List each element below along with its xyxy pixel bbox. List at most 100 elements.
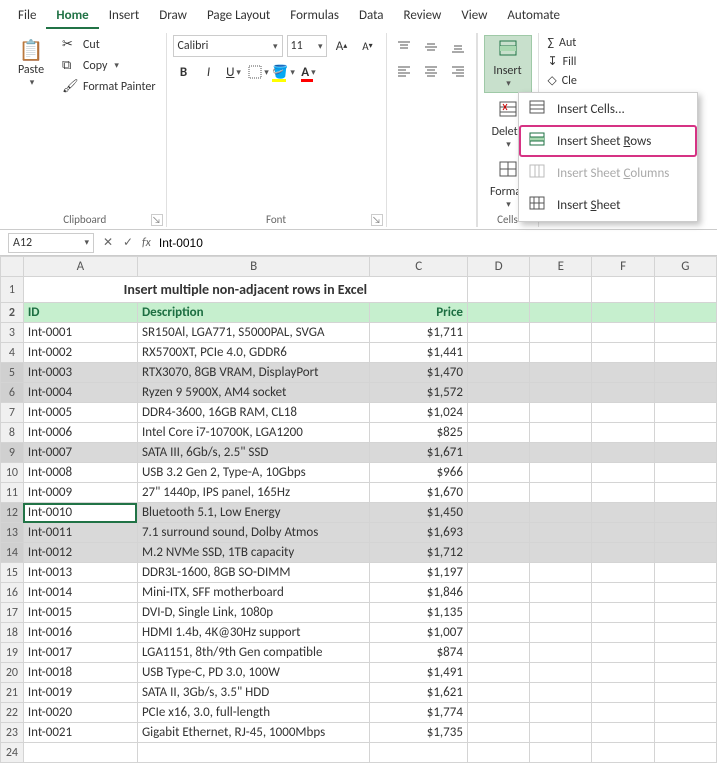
- cell-empty[interactable]: [530, 343, 592, 363]
- row-header[interactable]: 11: [1, 483, 24, 503]
- row-header[interactable]: 23: [1, 723, 24, 743]
- table-row[interactable]: 17Int-0015DVI-D, Single Link, 1080p$1,13…: [1, 603, 717, 623]
- paste-button[interactable]: 📋 Paste ▾: [10, 35, 52, 91]
- cell-empty[interactable]: [467, 563, 529, 583]
- name-box[interactable]: A12▾: [8, 233, 94, 253]
- row-header[interactable]: 16: [1, 583, 24, 603]
- cell-desc[interactable]: [137, 743, 369, 763]
- cancel-formula-icon[interactable]: ✕: [98, 235, 118, 250]
- cell-empty[interactable]: [654, 463, 716, 483]
- table-row[interactable]: 4Int-0002RX5700XT, PCIe 4.0, GDDR6$1,441: [1, 343, 717, 363]
- row-header[interactable]: 2: [1, 303, 24, 323]
- menu-insert[interactable]: Insert: [99, 4, 150, 29]
- cell-price[interactable]: $1,735: [370, 723, 468, 743]
- align-left-button[interactable]: [393, 61, 417, 81]
- underline-button[interactable]: U▾: [223, 61, 245, 83]
- table-row[interactable]: 12Int-0010Bluetooth 5.1, Low Energy$1,45…: [1, 503, 717, 523]
- menu-view[interactable]: View: [451, 4, 497, 29]
- clear-button[interactable]: ◇Cle: [545, 72, 580, 89]
- format-painter-button[interactable]: 🖌 Format Painter: [58, 77, 160, 96]
- col-header-B[interactable]: B: [137, 257, 369, 277]
- menu-automate[interactable]: Automate: [497, 4, 570, 29]
- cell-empty[interactable]: [592, 543, 654, 563]
- cell-empty[interactable]: [530, 603, 592, 623]
- table-row[interactable]: 6Int-0004Ryzen 9 5900X, AM4 socket$1,572: [1, 383, 717, 403]
- cell-empty[interactable]: [530, 363, 592, 383]
- cell-empty[interactable]: [592, 363, 654, 383]
- table-row[interactable]: 16Int-0014Mini-ITX, SFF motherboard$1,84…: [1, 583, 717, 603]
- cell-empty[interactable]: [467, 463, 529, 483]
- table-row[interactable]: 24: [1, 743, 717, 763]
- header-desc[interactable]: Description: [137, 303, 369, 323]
- cell-id[interactable]: Int-0017: [23, 643, 137, 663]
- cell-id[interactable]: Int-0005: [23, 403, 137, 423]
- cell-empty[interactable]: [592, 703, 654, 723]
- cell-id[interactable]: Int-0006: [23, 423, 137, 443]
- dialog-launcher-icon[interactable]: ↘: [151, 214, 163, 226]
- cell-empty[interactable]: [654, 663, 716, 683]
- table-row[interactable]: 3Int-0001SR150Al, LGA771, S5000PAL, SVGA…: [1, 323, 717, 343]
- cell-empty[interactable]: [654, 383, 716, 403]
- cell-empty[interactable]: [467, 703, 529, 723]
- increase-font-button[interactable]: A▴: [331, 35, 353, 57]
- table-row[interactable]: 19Int-0017LGA1151, 8th/9th Gen compatibl…: [1, 643, 717, 663]
- cell-price[interactable]: $1,441: [370, 343, 468, 363]
- row-header[interactable]: 9: [1, 443, 24, 463]
- cell-desc[interactable]: USB 3.2 Gen 2, Type-A, 10Gbps: [137, 463, 369, 483]
- cell-id[interactable]: Int-0012: [23, 543, 137, 563]
- cell-empty[interactable]: [467, 663, 529, 683]
- cell-empty[interactable]: [530, 663, 592, 683]
- select-all-corner[interactable]: [1, 257, 24, 277]
- table-row[interactable]: 8Int-0006Intel Core i7-10700K, LGA1200$8…: [1, 423, 717, 443]
- cell-empty[interactable]: [654, 503, 716, 523]
- cell-empty[interactable]: [592, 683, 654, 703]
- cell-empty[interactable]: [530, 543, 592, 563]
- menu-home[interactable]: Home: [46, 4, 98, 29]
- cell-empty[interactable]: [467, 603, 529, 623]
- col-header-F[interactable]: F: [592, 257, 654, 277]
- row-header[interactable]: 13: [1, 523, 24, 543]
- cell-empty[interactable]: [654, 403, 716, 423]
- align-middle-button[interactable]: [419, 37, 443, 57]
- row-header[interactable]: 6: [1, 383, 24, 403]
- cell-id[interactable]: Int-0014: [23, 583, 137, 603]
- cell-empty[interactable]: [592, 623, 654, 643]
- cell-price[interactable]: $1,572: [370, 383, 468, 403]
- cell-desc[interactable]: 7.1 surround sound, Dolby Atmos: [137, 523, 369, 543]
- cell-empty[interactable]: [654, 443, 716, 463]
- cell-empty[interactable]: [467, 623, 529, 643]
- cell-price[interactable]: $1,670: [370, 483, 468, 503]
- cell-desc[interactable]: RTX3070, 8GB VRAM, DisplayPort: [137, 363, 369, 383]
- cell-empty[interactable]: [592, 323, 654, 343]
- cell-id[interactable]: Int-0013: [23, 563, 137, 583]
- cell-empty[interactable]: [530, 463, 592, 483]
- cut-button[interactable]: ✂ Cut: [58, 35, 160, 54]
- menu-data[interactable]: Data: [349, 4, 394, 29]
- cell-empty[interactable]: [592, 503, 654, 523]
- cell-desc[interactable]: Mini-ITX, SFF motherboard: [137, 583, 369, 603]
- table-row[interactable]: 11Int-000927" 1440p, IPS panel, 165Hz$1,…: [1, 483, 717, 503]
- table-row[interactable]: 9Int-0007SATA III, 6Gb/s, 2.5" SSD$1,671: [1, 443, 717, 463]
- cell-id[interactable]: Int-0016: [23, 623, 137, 643]
- cell-desc[interactable]: Intel Core i7-10700K, LGA1200: [137, 423, 369, 443]
- copy-button[interactable]: ⧉ Copy▾: [58, 56, 160, 75]
- cell-price[interactable]: $1,693: [370, 523, 468, 543]
- cell-price[interactable]: $1,491: [370, 663, 468, 683]
- row-header[interactable]: 8: [1, 423, 24, 443]
- cell-empty[interactable]: [654, 683, 716, 703]
- cell-empty[interactable]: [467, 323, 529, 343]
- cell-id[interactable]: Int-0003: [23, 363, 137, 383]
- cell-empty[interactable]: [592, 523, 654, 543]
- cell-price[interactable]: $1,450: [370, 503, 468, 523]
- cell-empty[interactable]: [654, 583, 716, 603]
- table-row[interactable]: 22Int-0020PCIe x16, 3.0, full-length$1,7…: [1, 703, 717, 723]
- menu-draw[interactable]: Draw: [149, 4, 197, 29]
- cell-price[interactable]: $1,470: [370, 363, 468, 383]
- cell-id[interactable]: Int-0007: [23, 443, 137, 463]
- bold-button[interactable]: B: [173, 61, 195, 83]
- cell-empty[interactable]: [592, 463, 654, 483]
- cell-empty[interactable]: [467, 723, 529, 743]
- cell-price[interactable]: $874: [370, 643, 468, 663]
- align-center-button[interactable]: [419, 61, 443, 81]
- cell-desc[interactable]: HDMI 1.4b, 4K@30Hz support: [137, 623, 369, 643]
